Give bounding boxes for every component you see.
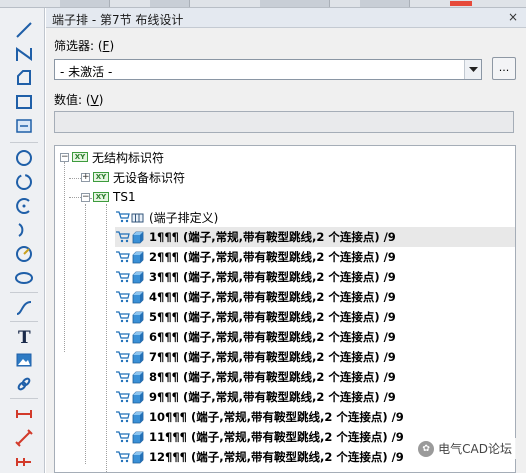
terminal-label: 4¶¶¶ (端子,常规,带有鞍型跳线,2 个连接点) /9 — [149, 290, 396, 304]
terminal-icon — [115, 430, 145, 444]
arc-tool-icon[interactable] — [14, 196, 34, 216]
terminal-label: 6¶¶¶ (端子,常规,带有鞍型跳线,2 个连接点) /9 — [149, 330, 396, 344]
structure-identifier-icon: XY — [72, 152, 88, 162]
terminal-label: 12¶¶¶ (端子,常规,带有鞍型跳线,2 个连接点) /9 — [149, 450, 404, 464]
terminal-row[interactable]: 12¶¶¶ (端子,常规,带有鞍型跳线,2 个连接点) /9 — [115, 447, 404, 467]
collapse-ts1-toggle[interactable]: − — [81, 193, 90, 202]
collapse-root-toggle[interactable]: − — [60, 153, 69, 162]
polygon-tool-icon[interactable] — [14, 68, 34, 88]
circle-tool-icon[interactable] — [14, 148, 34, 168]
terminal-row[interactable]: 2¶¶¶ (端子,常规,带有鞍型跳线,2 个连接点) /9 — [115, 247, 396, 267]
ellipse-tool-icon[interactable] — [14, 268, 34, 288]
panel-title: 端子排 - 第7节 布线设计 — [52, 13, 184, 27]
filter-more-button[interactable]: ... — [492, 57, 516, 80]
terminal-row[interactable]: 7¶¶¶ (端子,常规,带有鞍型跳线,2 个连接点) /9 — [115, 347, 396, 367]
line-tool-icon[interactable] — [14, 20, 34, 40]
value-label: 数值: (V) — [54, 93, 104, 107]
arc-3point-tool-icon[interactable] — [14, 220, 34, 240]
terminal-label: 8¶¶¶ (端子,常规,带有鞍型跳线,2 个连接点) /9 — [149, 370, 396, 384]
aligned-dimension-tool-icon[interactable] — [14, 428, 34, 448]
sector-tool-icon[interactable] — [14, 244, 34, 264]
terminal-row[interactable]: 4¶¶¶ (端子,常规,带有鞍型跳线,2 个连接点) /9 — [115, 287, 396, 307]
terminal-label: 10¶¶¶ (端子,常规,带有鞍型跳线,2 个连接点) /9 — [149, 410, 404, 424]
terminal-icon — [115, 370, 145, 384]
tree-node-strip-definition[interactable]: (端子排定义) — [115, 207, 218, 227]
filter-selected-value: - 未激活 - — [60, 65, 113, 79]
structure-identifier-icon: XY — [93, 172, 109, 182]
terminal-label: 9¶¶¶ (端子,常规,带有鞍型跳线,2 个连接点) /9 — [149, 390, 396, 404]
terminal-strip-definition-icon — [115, 210, 145, 224]
close-icon[interactable]: × — [506, 10, 520, 24]
terminal-label: 5¶¶¶ (端子,常规,带有鞍型跳线,2 个连接点) /9 — [149, 310, 396, 324]
terminal-icon — [115, 390, 145, 404]
terminal-row[interactable]: 10¶¶¶ (端子,常规,带有鞍型跳线,2 个连接点) /9 — [115, 407, 404, 427]
text-tool-icon[interactable]: T — [14, 326, 34, 346]
terminal-icon — [115, 250, 145, 264]
terminal-label: 7¶¶¶ (端子,常规,带有鞍型跳线,2 个连接点) /9 — [149, 350, 396, 364]
structure-identifier-icon: XY — [93, 192, 109, 202]
rectangle-tool-icon[interactable] — [14, 92, 34, 112]
terminal-row[interactable]: 3¶¶¶ (端子,常规,带有鞍型跳线,2 个连接点) /9 — [115, 267, 396, 287]
terminal-label: 2¶¶¶ (端子,常规,带有鞍型跳线,2 个连接点) /9 — [149, 250, 396, 264]
value-input[interactable] — [54, 111, 514, 133]
terminal-icon — [115, 230, 145, 244]
terminal-strip-navigator-panel: 端子排 - 第7节 布线设计 × 筛选器: (F) - 未激活 - ... 数值… — [46, 8, 526, 473]
filter-select[interactable]: - 未激活 - — [54, 59, 482, 80]
terminal-row[interactable]: 8¶¶¶ (端子,常规,带有鞍型跳线,2 个连接点) /9 — [115, 367, 396, 387]
terminal-label: 1¶¶¶ (端子,常规,带有鞍型跳线,2 个连接点) /9 — [149, 230, 396, 244]
tree-node-ts1[interactable]: XY TS1 — [93, 187, 136, 207]
terminal-row[interactable]: 5¶¶¶ (端子,常规,带有鞍型跳线,2 个连接点) /9 — [115, 307, 396, 327]
polyline-tool-icon[interactable] — [14, 44, 34, 64]
terminal-row[interactable]: 1¶¶¶ (端子,常规,带有鞍型跳线,2 个连接点) /9 — [115, 227, 515, 247]
wechat-icon: ✿ — [418, 440, 435, 457]
terminal-icon — [115, 410, 145, 424]
terminal-label: 3¶¶¶ (端子,常规,带有鞍型跳线,2 个连接点) /9 — [149, 270, 396, 284]
terminal-icon — [115, 310, 145, 324]
terminal-icon — [115, 270, 145, 284]
terminal-icon — [115, 290, 145, 304]
expand-no-device-toggle[interactable]: + — [81, 173, 90, 182]
image-tool-icon[interactable] — [14, 350, 34, 370]
terminal-label: 11¶¶¶ (端子,常规,带有鞍型跳线,2 个连接点) /9 — [149, 430, 404, 444]
tree-node-root[interactable]: XY 无结构标识符 — [72, 147, 164, 167]
chain-dimension-tool-icon[interactable] — [14, 452, 34, 472]
linear-dimension-tool-icon[interactable] — [14, 404, 34, 424]
drawing-toolbar: T — [0, 8, 45, 473]
tree-node-no-device[interactable]: XY 无设备标识符 — [93, 167, 185, 187]
chevron-down-icon[interactable] — [464, 60, 481, 79]
panel-titlebar: 端子排 - 第7节 布线设计 × — [46, 8, 526, 28]
terminal-icon — [115, 330, 145, 344]
terminal-icon — [115, 350, 145, 364]
hyperlink-tool-icon[interactable] — [14, 374, 34, 394]
top-toolbar-strip — [0, 0, 526, 8]
spline-tool-icon[interactable] — [14, 298, 34, 318]
watermark: ✿ 电气CAD论坛 — [414, 438, 516, 459]
terminal-row[interactable]: 6¶¶¶ (端子,常规,带有鞍型跳线,2 个连接点) /9 — [115, 327, 396, 347]
filter-label: 筛选器: (F) — [54, 39, 115, 53]
svg-text:T: T — [18, 328, 31, 346]
terminal-row[interactable]: 11¶¶¶ (端子,常规,带有鞍型跳线,2 个连接点) /9 — [115, 427, 404, 447]
circle-3point-tool-icon[interactable] — [14, 172, 34, 192]
terminal-icon — [115, 450, 145, 464]
text-frame-tool-icon[interactable] — [14, 116, 34, 136]
terminal-tree[interactable]: − XY 无结构标识符 + XY 无设备标识符 − XY TS1 (端子排定义)… — [54, 145, 516, 473]
terminal-row[interactable]: 9¶¶¶ (端子,常规,带有鞍型跳线,2 个连接点) /9 — [115, 387, 396, 407]
